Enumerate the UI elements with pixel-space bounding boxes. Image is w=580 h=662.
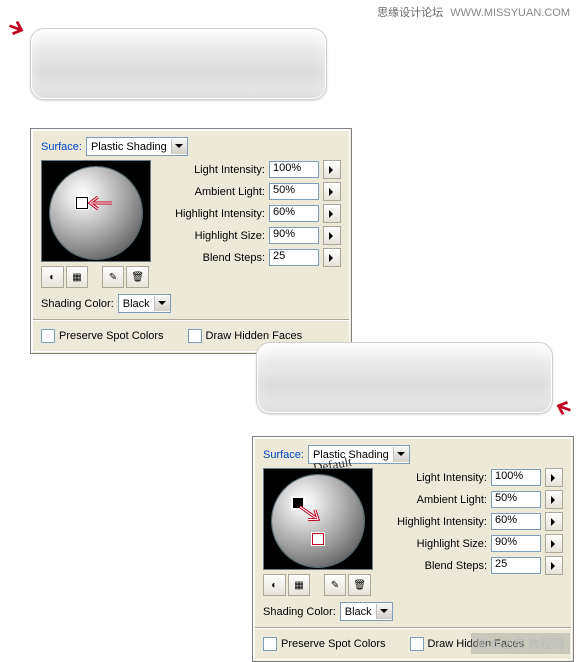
highlight-size-flyout[interactable] [545, 534, 563, 553]
preserve-spot-colors-checkbox[interactable]: Preserve Spot Colors [41, 329, 164, 343]
ambient-light-input[interactable]: 50% [269, 183, 319, 200]
light-sphere-icon[interactable]: ◐ [41, 266, 64, 288]
ambient-light-label: Ambient Light: [157, 186, 265, 198]
delete-light-icon[interactable]: 🗑 [348, 574, 371, 596]
watermark-cn: 思缘设计论坛 [377, 7, 443, 19]
ambient-light-input[interactable]: 50% [491, 491, 541, 508]
light-toolbar: ◐ ▦ ✎ 🗑 [41, 266, 149, 288]
rounded-button-preview-1 [30, 28, 327, 100]
shading-color-label: Shading Color: [41, 298, 114, 310]
new-light-icon[interactable]: ✎ [102, 266, 125, 288]
ambient-light-flyout[interactable] [545, 490, 563, 509]
annotation-arrow-sphere [84, 195, 114, 211]
surface-select[interactable]: Plastic Shading [86, 137, 188, 156]
light-preview[interactable] [41, 160, 151, 262]
watermark-bottom: 脚本之家 教程网 [471, 633, 570, 654]
light-back-icon[interactable]: ▦ [66, 266, 89, 288]
chevron-down-icon[interactable] [376, 604, 392, 619]
chevron-down-icon[interactable] [393, 447, 409, 462]
highlight-intensity-input[interactable]: 60% [491, 513, 541, 530]
blend-steps-label: Blend Steps: [157, 252, 265, 264]
highlight-size-input[interactable]: 90% [269, 227, 319, 244]
ambient-light-flyout[interactable] [323, 182, 341, 201]
light-handle[interactable] [312, 533, 324, 545]
highlight-intensity-label: Highlight Intensity: [157, 208, 265, 220]
highlight-intensity-input[interactable]: 60% [269, 205, 319, 222]
annotation-arrow-top [0, 13, 27, 41]
blend-steps-flyout[interactable] [545, 556, 563, 575]
shading-color-value: Black [345, 606, 372, 618]
preserve-spot-colors-label: Preserve Spot Colors [281, 638, 386, 650]
highlight-intensity-label: Highlight Intensity: [379, 516, 487, 528]
draw-hidden-faces-label: Draw Hidden Faces [206, 330, 303, 342]
watermark-url: WWW.MISSYUAN.COM [450, 7, 570, 19]
light-toolbar: ◐ ▦ ✎ 🗑 [263, 574, 371, 596]
chevron-down-icon[interactable] [154, 296, 170, 311]
blend-steps-flyout[interactable] [323, 248, 341, 267]
checkbox-box [188, 329, 202, 343]
highlight-size-flyout[interactable] [323, 226, 341, 245]
shading-color-select[interactable]: Black [340, 602, 393, 621]
preserve-spot-colors-checkbox[interactable]: Preserve Spot Colors [263, 637, 386, 651]
annotation-arrow-right [553, 395, 580, 423]
light-preview[interactable] [263, 468, 373, 570]
checkbox-box [410, 637, 424, 651]
chevron-down-icon[interactable] [171, 139, 187, 154]
surface-label: Surface: [263, 449, 304, 461]
highlight-size-label: Highlight Size: [157, 230, 265, 242]
shading-color-label: Shading Color: [263, 606, 336, 618]
light-back-icon[interactable]: ▦ [288, 574, 311, 596]
blend-steps-input[interactable]: 25 [491, 557, 541, 574]
light-intensity-label: Light Intensity: [157, 164, 265, 176]
light-intensity-flyout[interactable] [545, 468, 563, 487]
panel-divider [33, 319, 349, 321]
highlight-size-input[interactable]: 90% [491, 535, 541, 552]
light-intensity-input[interactable]: 100% [269, 161, 319, 178]
blend-steps-label: Blend Steps: [379, 560, 487, 572]
highlight-intensity-flyout[interactable] [545, 512, 563, 531]
light-intensity-input[interactable]: 100% [491, 469, 541, 486]
shading-panel-1: Surface: Plastic Shading ◐ ▦ [30, 128, 352, 354]
ambient-light-label: Ambient Light: [379, 494, 487, 506]
light-intensity-label: Light Intensity: [379, 472, 487, 484]
checkbox-box [263, 637, 277, 651]
light-intensity-flyout[interactable] [323, 160, 341, 179]
rounded-button-preview-2 [256, 342, 553, 414]
shading-color-select[interactable]: Black [118, 294, 171, 313]
panel-divider [255, 627, 571, 629]
shading-color-value: Black [123, 298, 150, 310]
shading-panel-2: Surface: Plastic Shading Default ◐ [252, 436, 574, 662]
highlight-size-label: Highlight Size: [379, 538, 487, 550]
delete-light-icon[interactable]: 🗑 [126, 266, 149, 288]
preview-sphere [50, 167, 142, 259]
light-sphere-icon[interactable]: ◐ [263, 574, 286, 596]
checkbox-box [41, 329, 55, 343]
watermark-top: 思缘设计论坛 WWW.MISSYUAN.COM [377, 4, 570, 20]
blend-steps-input[interactable]: 25 [269, 249, 319, 266]
surface-select-value: Plastic Shading [91, 141, 167, 153]
preserve-spot-colors-label: Preserve Spot Colors [59, 330, 164, 342]
surface-label: Surface: [41, 141, 82, 153]
new-light-icon[interactable]: ✎ [324, 574, 347, 596]
highlight-intensity-flyout[interactable] [323, 204, 341, 223]
draw-hidden-faces-checkbox[interactable]: Draw Hidden Faces [188, 329, 303, 343]
